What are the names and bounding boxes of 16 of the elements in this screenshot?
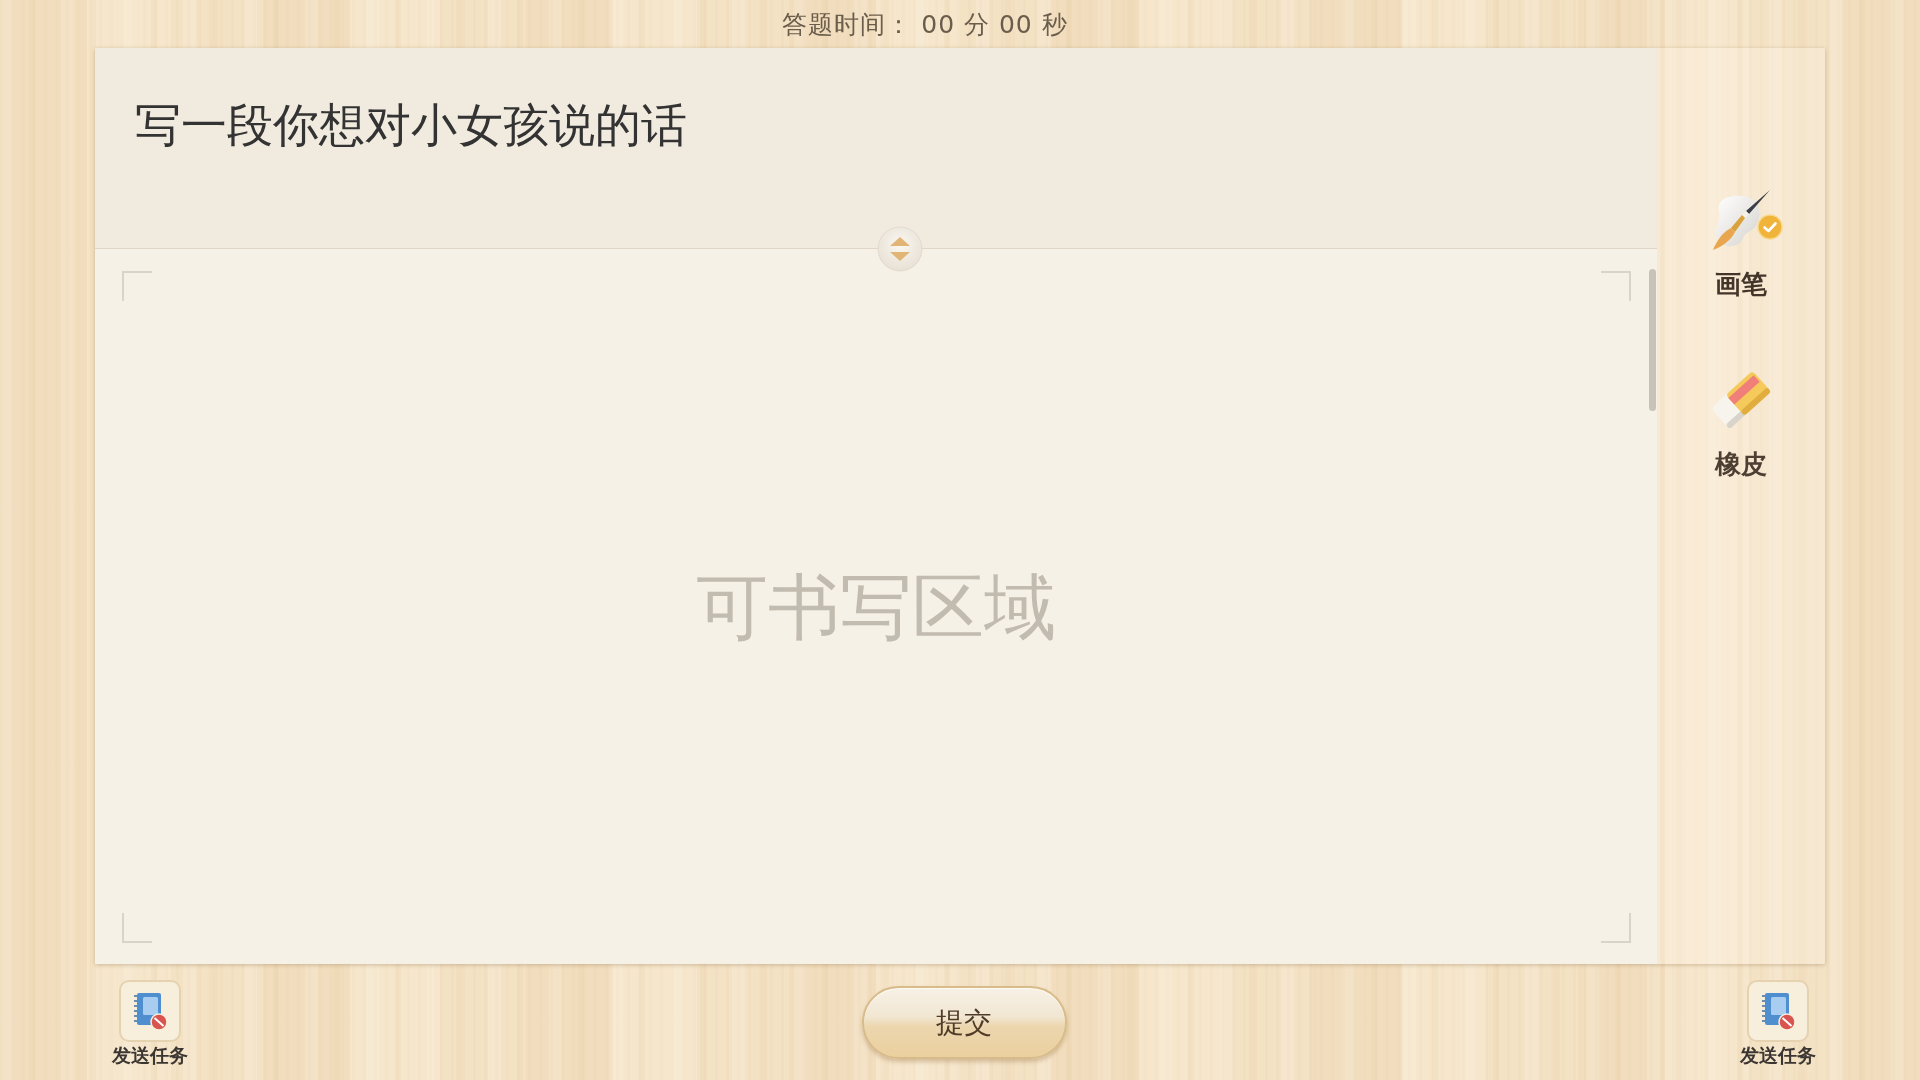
notebook-icon [119, 980, 181, 1042]
corner-bracket-icon [1601, 913, 1631, 943]
submit-button[interactable]: 提交 [861, 986, 1067, 1059]
up-down-arrows-icon[interactable] [877, 226, 923, 272]
answer-timer: 答题时间： 00 分 00 秒 [782, 8, 1068, 41]
corner-bracket-icon [122, 913, 152, 943]
notebook-icon [1747, 980, 1809, 1042]
check-badge-icon [1757, 214, 1783, 240]
question-title: 写一段你想对小女孩说的话 [135, 98, 687, 152]
eraser-tool-button[interactable]: 橡皮 [1709, 368, 1773, 480]
corner-bracket-icon [122, 271, 152, 301]
scrollbar[interactable] [1649, 269, 1656, 411]
send-task-button[interactable]: 发送任务 [1740, 980, 1816, 1067]
send-task-button[interactable]: 发送任务 [112, 980, 188, 1067]
corner-bracket-icon [1601, 271, 1631, 301]
brush-tool-button[interactable]: 画笔 [1709, 188, 1773, 300]
